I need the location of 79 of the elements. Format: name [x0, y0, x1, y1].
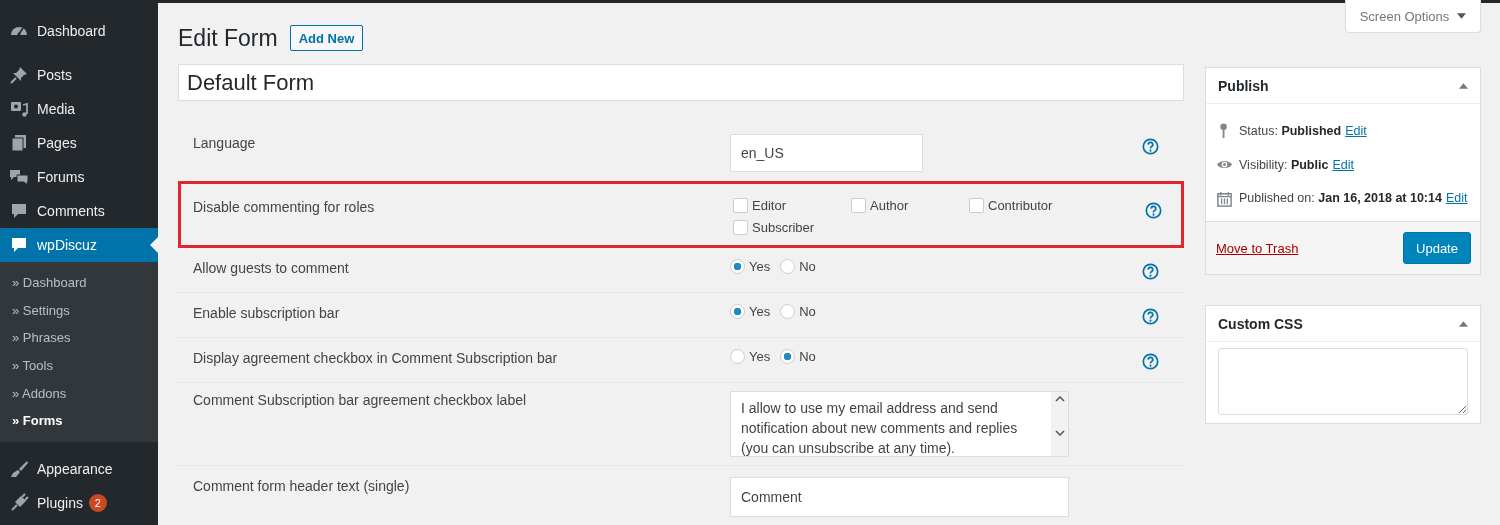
option-label: Yes [749, 259, 771, 274]
update-button[interactable]: Update [1403, 232, 1471, 265]
update-count-badge: 2 [88, 494, 107, 513]
scroll-up-icon[interactable] [1054, 396, 1065, 402]
checkbox[interactable] [733, 198, 748, 213]
pages-icon [9, 133, 29, 153]
menu-item[interactable]: Posts [0, 58, 158, 92]
radio-button[interactable] [730, 304, 745, 319]
page-title: Edit Form [178, 24, 278, 52]
speech-bubble-icon [9, 201, 29, 221]
text-field[interactable]: Comment [730, 477, 1069, 517]
help-icon[interactable] [1141, 353, 1159, 370]
screen-options-tab[interactable]: Screen Options [1345, 0, 1481, 33]
option-label: No [799, 259, 816, 274]
publish-detail: Status: Published [1239, 123, 1342, 138]
submenu-item[interactable]: » Addons [0, 379, 158, 408]
panel-title: Custom CSS [1218, 315, 1303, 332]
submenu-item[interactable]: » Settings [0, 296, 158, 325]
publish-detail: Visibility: Public [1239, 157, 1329, 172]
checkbox[interactable] [851, 198, 866, 213]
setting-label: Language [192, 134, 257, 153]
option-label: Author [870, 198, 909, 213]
setting-label: Disable commenting for roles [192, 198, 376, 217]
calendar-icon [1216, 189, 1233, 207]
submenu-item[interactable]: » Dashboard [0, 269, 158, 297]
edit-link[interactable]: Edit [1345, 123, 1367, 138]
option-label: Yes [749, 304, 771, 319]
option-label: No [799, 304, 816, 319]
setting-label: Enable subscription bar [192, 304, 341, 323]
caret-icon [1457, 13, 1467, 19]
menu-item[interactable]: Forums [0, 160, 158, 194]
text-field[interactable]: en_US [730, 134, 923, 172]
radio-button[interactable] [730, 349, 745, 364]
menu-item[interactable]: Plugins 2 [0, 486, 158, 521]
collapse-icon[interactable] [1459, 320, 1468, 327]
menu-item[interactable]: Appearance [0, 452, 158, 487]
menu-item[interactable]: Pages [0, 126, 158, 160]
submenu-item[interactable]: » Tools [0, 352, 158, 380]
menu-item[interactable]: Comments [0, 194, 158, 228]
setting-label: Allow guests to comment [192, 259, 350, 278]
menu-item[interactable]: Dashboard [0, 14, 158, 48]
option-label: Yes [749, 349, 771, 364]
edit-link[interactable]: Edit [1332, 157, 1354, 172]
media-icon [9, 99, 29, 119]
custom-css-field[interactable] [1218, 348, 1468, 416]
setting-label: Comment form header text (single) [192, 477, 411, 496]
help-icon[interactable] [1141, 263, 1159, 280]
submenu-item[interactable]: » Phrases [0, 324, 158, 353]
help-icon[interactable] [1141, 138, 1159, 155]
option-label: No [799, 349, 816, 364]
speech-bubble-icon [9, 235, 29, 255]
radio-button[interactable] [780, 304, 796, 319]
submenu-item[interactable]: » Forms [0, 407, 158, 436]
edit-link[interactable]: Edit [1445, 191, 1468, 206]
move-to-trash-link[interactable]: Move to Trash [1216, 240, 1299, 256]
scroll-down-icon[interactable] [1054, 430, 1065, 436]
menu-item[interactable]: Media [0, 92, 158, 126]
radio-button[interactable] [730, 259, 745, 274]
publish-detail: Published on: Jan 16, 2018 at 10:14 [1239, 191, 1442, 206]
speech-bubbles-icon [9, 167, 29, 187]
menu-item[interactable]: wpDiscuz [0, 228, 158, 262]
title-input-field[interactable]: Default Form [178, 64, 1184, 101]
collapse-icon[interactable] [1459, 82, 1468, 89]
panel-title: Publish [1218, 77, 1269, 94]
help-icon[interactable] [1144, 202, 1162, 219]
radio-button[interactable] [780, 259, 796, 274]
option-label: Editor [752, 198, 786, 213]
help-icon[interactable] [1141, 308, 1159, 325]
setting-label: Comment Subscription bar agreement checkbox label [192, 391, 528, 410]
paintbrush-icon [9, 459, 29, 480]
add-new-button[interactable]: Add New [289, 25, 364, 51]
option-label: Subscriber [752, 220, 815, 235]
textarea-field[interactable]: I allow to use my email address and send notification about new comments and replies (you can unsubscribe at any time). [730, 391, 1069, 457]
checkbox[interactable] [969, 198, 984, 213]
checkbox[interactable] [733, 220, 748, 235]
option-label: Contributor [988, 198, 1053, 213]
pushpin-icon [9, 65, 29, 85]
radio-button[interactable] [780, 349, 796, 364]
setting-label: Display agreement checkbox in Comment Subscription bar [192, 349, 559, 368]
